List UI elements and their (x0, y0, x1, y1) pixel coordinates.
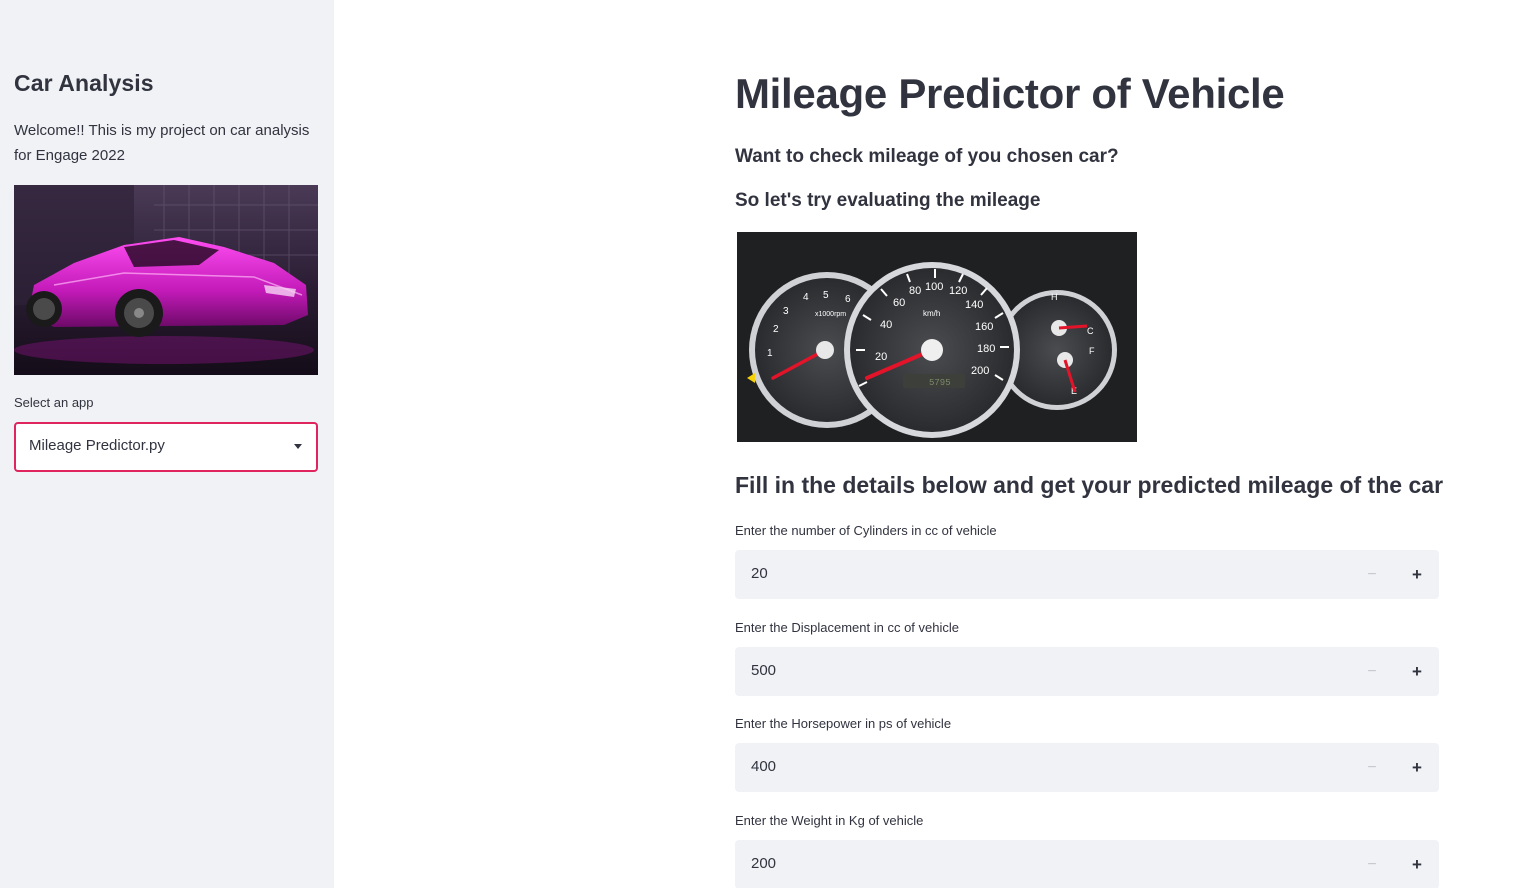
horsepower-label: Enter the Horsepower in ps of vehicle (735, 716, 952, 731)
sidebar-title: Car Analysis (14, 70, 154, 96)
svg-text:H: H (1051, 292, 1058, 302)
increment-button[interactable]: + (1395, 743, 1439, 792)
main-content: Mileage Predictor of Vehicle Want to che… (334, 0, 1536, 888)
decrement-button[interactable]: − (1349, 550, 1395, 599)
svg-text:5795: 5795 (929, 378, 951, 388)
svg-text:40: 40 (880, 319, 892, 331)
decrement-button[interactable]: − (1349, 647, 1395, 696)
weight-value[interactable]: 200 (751, 855, 776, 872)
svg-text:6: 6 (845, 294, 851, 305)
select-app-dropdown[interactable]: Mileage Predictor.py (14, 422, 318, 472)
gauge-center-label: km/h (923, 309, 940, 318)
svg-text:F: F (1089, 346, 1095, 356)
svg-text:3: 3 (783, 306, 789, 317)
svg-text:160: 160 (975, 321, 993, 333)
chevron-down-icon (294, 444, 302, 449)
svg-text:200: 200 (971, 365, 989, 377)
svg-text:60: 60 (893, 297, 905, 309)
increment-button[interactable]: + (1395, 647, 1439, 696)
app-root: Car Analysis Welcome!! This is my projec… (0, 0, 1536, 888)
decrement-button[interactable]: − (1349, 840, 1395, 888)
sports-car-image (14, 185, 318, 375)
svg-text:4: 4 (803, 292, 809, 303)
svg-text:180: 180 (977, 343, 995, 355)
displacement-value[interactable]: 500 (751, 662, 776, 679)
subheading-evaluate-mileage: So let's try evaluating the mileage (735, 190, 1041, 211)
svg-text:2: 2 (773, 324, 779, 335)
sidebar: Car Analysis Welcome!! This is my projec… (0, 0, 334, 888)
cylinders-label: Enter the number of Cylinders in cc of v… (735, 523, 997, 538)
weight-number-input[interactable]: 200 − + (735, 840, 1439, 888)
weight-label: Enter the Weight in Kg of vehicle (735, 813, 924, 828)
increment-button[interactable]: + (1395, 550, 1439, 599)
sports-car-icon (14, 185, 318, 375)
cylinders-value[interactable]: 20 (751, 565, 768, 582)
sidebar-welcome-text: Welcome!! This is my project on car anal… (14, 122, 310, 164)
gauge-left-label: x1000rpm (815, 311, 846, 318)
subheading-check-mileage: Want to check mileage of you chosen car? (735, 146, 1119, 167)
cylinders-number-input[interactable]: 20 − + (735, 550, 1439, 599)
svg-text:140: 140 (965, 299, 983, 311)
horsepower-value[interactable]: 400 (751, 758, 776, 775)
speedometer-image: 20 40 60 80 100 120 140 160 180 200 km/h… (737, 232, 1137, 442)
decrement-button[interactable]: − (1349, 743, 1395, 792)
svg-text:20: 20 (875, 351, 887, 363)
svg-text:5: 5 (823, 290, 829, 301)
svg-text:80: 80 (909, 285, 921, 297)
horsepower-number-input[interactable]: 400 − + (735, 743, 1439, 792)
select-app-label: Select an app (14, 395, 94, 410)
displacement-label: Enter the Displacement in cc of vehicle (735, 620, 959, 635)
displacement-number-input[interactable]: 500 − + (735, 647, 1439, 696)
speedometer-icon: 20 40 60 80 100 120 140 160 180 200 km/h… (737, 232, 1137, 442)
section-title: Fill in the details below and get your p… (735, 472, 1444, 498)
svg-text:120: 120 (949, 285, 967, 297)
page-title: Mileage Predictor of Vehicle (735, 70, 1285, 117)
increment-button[interactable]: + (1395, 840, 1439, 888)
svg-text:1: 1 (767, 348, 773, 359)
svg-text:100: 100 (925, 281, 943, 293)
svg-text:C: C (1087, 326, 1094, 336)
select-app-value: Mileage Predictor.py (29, 437, 165, 454)
